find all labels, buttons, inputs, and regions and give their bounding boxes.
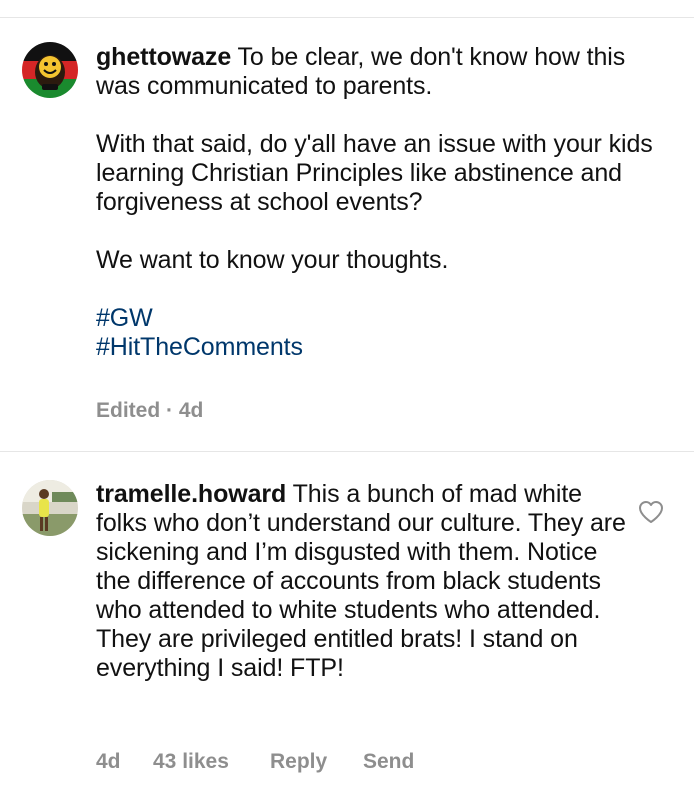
reply-button[interactable]: Reply	[270, 750, 363, 774]
hashtag-hitthecomments[interactable]: #HitTheComments	[96, 333, 676, 362]
comment-meta: Edited · 4d	[96, 399, 203, 423]
comment-username[interactable]: tramelle.howard	[96, 480, 286, 508]
avatar-tramelle-howard[interactable]	[22, 480, 78, 536]
comment-tramelle-howard: tramelle.howard This a bunch of mad whit…	[96, 480, 626, 683]
heart-outline-icon[interactable]	[638, 500, 664, 524]
comment-paragraph-2: With that said, do y'all have an issue w…	[96, 130, 660, 216]
comment-username[interactable]: ghettowaze	[96, 43, 231, 71]
comment-actions: 4d 43 likes Reply Send	[96, 750, 414, 774]
top-divider	[0, 17, 694, 18]
comment-text: tramelle.howard This a bunch of mad whit…	[96, 480, 626, 683]
comment-divider	[0, 451, 694, 452]
hashtag-gw[interactable]: #GW	[96, 304, 676, 333]
comment-content: This a bunch of mad white folks who don’…	[96, 480, 633, 682]
send-button[interactable]: Send	[363, 750, 414, 774]
comment-text: ghettowaze To be clear, we don't know ho…	[96, 43, 676, 101]
likes-count[interactable]: 43 likes	[153, 750, 270, 774]
comment-paragraph-3: We want to know your thoughts.	[96, 246, 449, 274]
comment-ghettowaze: ghettowaze To be clear, we don't know ho…	[96, 43, 676, 362]
avatar-ghettowaze[interactable]	[22, 42, 78, 98]
comment-timestamp: 4d	[96, 750, 121, 773]
edited-timestamp: Edited · 4d	[96, 399, 204, 422]
